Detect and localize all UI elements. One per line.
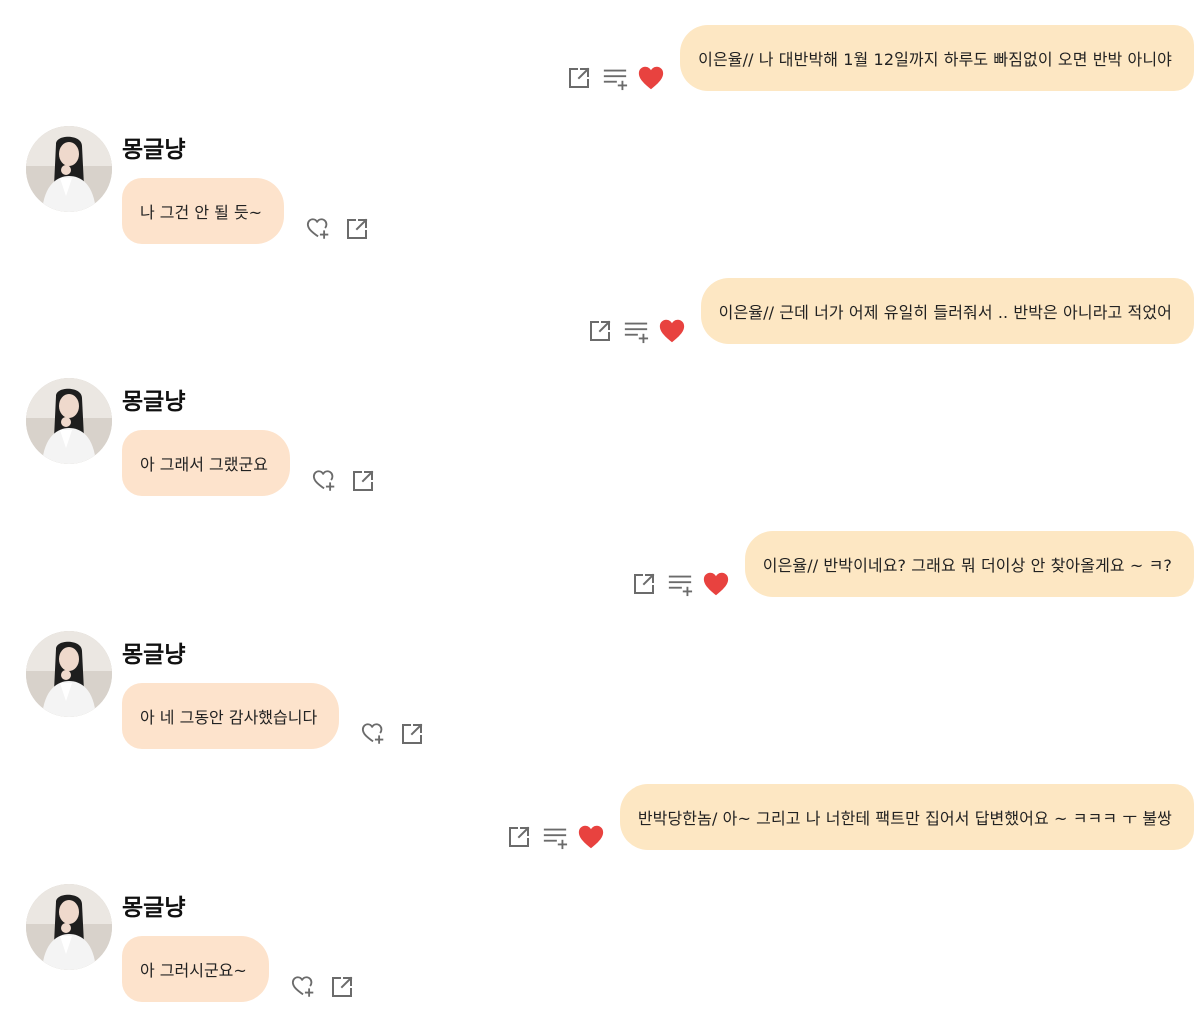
heart-icon[interactable] bbox=[659, 318, 685, 344]
message-bubble: 이은율// 근데 너가 어제 유일히 들러줘서 .. 반박은 아니라고 적었어 bbox=[700, 278, 1194, 344]
message-bubble: 반박당한놈/ 아~ 그리고 나 너한테 팩트만 집어서 답변했어요 ~ ㅋㅋㅋ … bbox=[619, 784, 1194, 850]
incoming-message: 몽글냥 아 그래서 그랬군요 bbox=[26, 378, 726, 498]
share-icon[interactable] bbox=[344, 216, 370, 242]
incoming-message: 몽글냥 나 그건 안 될 듯~ bbox=[26, 126, 726, 246]
incoming-message: 몽글냥 아 네 그동안 감사했습니다 bbox=[26, 631, 726, 751]
share-icon[interactable] bbox=[587, 318, 613, 344]
sender-name: 몽글냥 bbox=[122, 642, 186, 668]
message-bubble: 아 그래서 그랬군요 bbox=[122, 430, 290, 496]
outgoing-message: 이은율// 나 대반박해 1월 12일까지 하루도 빠짐없이 오면 반박 아니야 bbox=[566, 25, 1194, 91]
sender-name: 몽글냥 bbox=[122, 895, 186, 921]
message-bubble: 나 그건 안 될 듯~ bbox=[122, 178, 285, 244]
message-actions bbox=[566, 63, 664, 93]
heart-icon[interactable] bbox=[703, 571, 729, 597]
chat-thread: 이은율// 나 대반박해 1월 12일까지 하루도 빠짐없이 오면 반박 아니야… bbox=[0, 0, 1200, 1017]
sender-name: 몽글냥 bbox=[122, 137, 186, 163]
heart-icon[interactable] bbox=[578, 824, 604, 850]
message-actions bbox=[361, 719, 425, 749]
avatar[interactable] bbox=[26, 378, 112, 464]
heart-plus-icon[interactable] bbox=[312, 468, 338, 494]
add-to-list-icon[interactable] bbox=[667, 571, 693, 597]
share-icon[interactable] bbox=[631, 571, 657, 597]
add-to-list-icon[interactable] bbox=[623, 318, 649, 344]
share-icon[interactable] bbox=[506, 824, 532, 850]
message-bubble: 아 그러시군요~ bbox=[122, 936, 269, 1002]
avatar[interactable] bbox=[26, 884, 112, 970]
message-actions bbox=[306, 214, 370, 244]
share-icon[interactable] bbox=[399, 721, 425, 747]
avatar[interactable] bbox=[26, 126, 112, 212]
share-icon[interactable] bbox=[329, 974, 355, 1000]
heart-plus-icon[interactable] bbox=[306, 216, 332, 242]
message-actions bbox=[312, 466, 376, 496]
outgoing-message: 반박당한놈/ 아~ 그리고 나 너한테 팩트만 집어서 답변했어요 ~ ㅋㅋㅋ … bbox=[506, 784, 1194, 850]
heart-plus-icon[interactable] bbox=[291, 974, 317, 1000]
heart-plus-icon[interactable] bbox=[361, 721, 387, 747]
share-icon[interactable] bbox=[566, 65, 592, 91]
message-bubble: 이은율// 나 대반박해 1월 12일까지 하루도 빠짐없이 오면 반박 아니야 bbox=[680, 25, 1194, 91]
outgoing-message: 이은율// 반박이네요? 그래요 뭐 더이상 안 찾아올게요 ~ ㅋ? bbox=[631, 531, 1194, 597]
message-actions bbox=[506, 822, 604, 852]
add-to-list-icon[interactable] bbox=[542, 824, 568, 850]
message-actions bbox=[587, 316, 685, 346]
message-bubble: 이은율// 반박이네요? 그래요 뭐 더이상 안 찾아올게요 ~ ㅋ? bbox=[744, 531, 1194, 597]
message-actions bbox=[631, 569, 729, 599]
heart-icon[interactable] bbox=[638, 65, 664, 91]
share-icon[interactable] bbox=[350, 468, 376, 494]
sender-name: 몽글냥 bbox=[122, 389, 186, 415]
message-actions bbox=[291, 972, 355, 1002]
incoming-message: 몽글냥 아 그러시군요~ bbox=[26, 884, 726, 1004]
avatar[interactable] bbox=[26, 631, 112, 717]
add-to-list-icon[interactable] bbox=[602, 65, 628, 91]
outgoing-message: 이은율// 근데 너가 어제 유일히 들러줘서 .. 반박은 아니라고 적었어 bbox=[587, 278, 1194, 344]
message-bubble: 아 네 그동안 감사했습니다 bbox=[122, 683, 340, 749]
